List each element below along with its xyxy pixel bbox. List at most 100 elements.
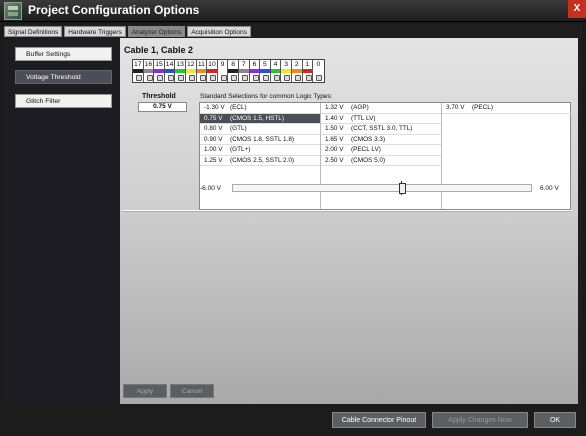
channel-12: 12	[185, 60, 197, 82]
tab-hardware-triggers[interactable]: Hardware Triggers	[64, 26, 126, 37]
channel-16: 16	[143, 60, 155, 82]
probe-pin-icon	[313, 73, 324, 82]
logic-type-option[interactable]: 1.00 V (GTL+)	[200, 145, 320, 156]
channel-14: 14	[164, 60, 176, 82]
title-bar: Project Configuration Options X	[0, 0, 586, 22]
channel-1: 1	[302, 60, 314, 82]
standard-selections-label: Standard Selections for common Logic Typ…	[200, 93, 333, 100]
logic-voltage: 1.32 V	[325, 104, 344, 111]
probe-pin-icon	[133, 73, 143, 82]
apply-changes-now-button[interactable]: Apply Changes Now	[432, 412, 528, 428]
logic-type-option[interactable]: 2.00 V (PECL LV)	[321, 145, 441, 156]
channel-8: 8	[228, 60, 239, 82]
channel-5: 5	[260, 60, 271, 82]
tab-analyzer-options[interactable]: Analyzer Options	[127, 26, 186, 37]
sidebar-item-voltage-threshold[interactable]: Voltage Threshold	[15, 70, 112, 84]
probe-pin-icon	[197, 73, 207, 82]
logic-voltage: 1.25 V	[204, 156, 223, 164]
sidebar-item-glitch-filter[interactable]: Glitch Filter	[15, 94, 112, 108]
channel-3: 3	[281, 60, 292, 82]
close-button[interactable]: X	[568, 0, 586, 18]
sidebar-item-buffer-settings[interactable]: Buffer Settings	[15, 47, 112, 61]
probe-pin-icon	[218, 73, 228, 82]
channel-number: 9	[220, 61, 225, 68]
channel-number: 4	[273, 61, 278, 68]
channel-number: 17	[134, 61, 142, 68]
apply-button[interactable]: Apply	[123, 384, 167, 398]
logic-type-name: (PECL LV)	[351, 146, 381, 153]
cancel-button[interactable]: Cancel	[170, 384, 214, 398]
channel-number: 6	[252, 61, 257, 68]
threshold-slider-thumb[interactable]	[398, 181, 406, 195]
logic-voltage: -1.30 V	[204, 104, 225, 111]
channel-15: 15	[154, 60, 165, 82]
logic-type-option[interactable]: 0.90 V (CMOS 1.8, SSTL 1.8)	[200, 135, 320, 145]
channel-number: 16	[144, 61, 153, 68]
logic-type-name: (AGP)	[351, 104, 369, 111]
logic-voltage: 0.90 V	[204, 135, 223, 143]
logic-type-option[interactable]: 1.40 V (TTL LV)	[321, 114, 441, 124]
slider-min-label: -6.00 V	[200, 185, 221, 192]
logic-type-table: -1.30 V (ECL) 0.75 V (CMOS 1.5, HSTL) 0.80 V…	[199, 102, 571, 210]
channel-7: 7	[238, 60, 250, 82]
channel-13: 13	[175, 60, 186, 82]
channel-number: 7	[241, 61, 246, 68]
channel-number: 1	[305, 61, 310, 68]
logic-voltage: 1.40 V	[325, 114, 344, 122]
channel-number: 5	[263, 61, 267, 68]
logic-type-name: (ECL)	[230, 104, 247, 111]
logic-column-2: 1.32 V (AGP) 1.40 V (TTL LV) 1.50 V (CCT, SST…	[321, 103, 442, 209]
probe-pin-icon	[175, 73, 185, 82]
logic-type-name: (CMOS 3.3)	[351, 135, 386, 143]
channel-number: 3	[284, 61, 288, 68]
channel-11: 11	[196, 60, 208, 82]
probe-pin-icon	[271, 73, 281, 82]
probe-pin-icon	[228, 73, 238, 82]
logic-voltage: 0.80 V	[204, 125, 223, 132]
app-icon	[4, 2, 22, 20]
tab-signal-definitions[interactable]: Signal Definitions	[4, 26, 63, 37]
channel-6: 6	[249, 60, 261, 82]
probe-pin-icon	[207, 73, 217, 82]
logic-type-option[interactable]: 1.65 V (CMOS 3.3)	[321, 135, 441, 145]
window-title: Project Configuration Options	[28, 3, 200, 17]
logic-type-option[interactable]: 1.50 V (CCT, SSTL 3.0, TTL)	[321, 124, 441, 135]
tab-acquisition-options[interactable]: Acquisition Options	[187, 26, 251, 37]
logic-type-option[interactable]: 3.70 V (PECL)	[442, 103, 571, 114]
logic-voltage: 2.00 V	[325, 146, 344, 153]
cable-title: Cable 1, Cable 2	[124, 45, 194, 55]
logic-column-1: -1.30 V (ECL) 0.75 V (CMOS 1.5, HSTL) 0.80 V…	[200, 103, 321, 209]
logic-type-option[interactable]: 1.25 V (CMOS 2.5, SSTL 2.0)	[200, 156, 320, 166]
probe-pin-icon	[154, 73, 164, 82]
logic-type-option[interactable]: 0.75 V (CMOS 1.5, HSTL)	[200, 113, 320, 124]
logic-type-option[interactable]: -1.30 V (ECL)	[200, 103, 320, 114]
logic-type-name: (CMOS 1.8, SSTL 1.8)	[230, 135, 295, 143]
logic-column-3: 3.70 V (PECL)	[442, 103, 571, 114]
cable-connector-pinout-button[interactable]: Cable Connector Pinout	[332, 412, 426, 428]
logic-voltage: 0.75 V	[204, 114, 223, 122]
probe-pin-icon	[260, 73, 270, 82]
channel-0: 0	[313, 60, 324, 82]
channel-4: 4	[270, 60, 282, 82]
tab-bar: Signal Definitions Hardware Triggers Ana…	[4, 26, 253, 37]
logic-type-option[interactable]: 0.80 V (GTL)	[200, 124, 320, 135]
channel-9: 9	[217, 60, 229, 82]
logic-type-name: (CMOS 2.5, SSTL 2.0)	[230, 156, 295, 164]
ok-button[interactable]: OK	[534, 412, 576, 428]
probe-pin-icon	[292, 73, 302, 82]
threshold-slider-track[interactable]	[232, 184, 532, 192]
main-panel: Cable 1, Cable 2 17 16 15 14 13 12 11 10 9 8 7 6 5 4 3…	[120, 38, 578, 404]
section-divider	[122, 210, 572, 211]
logic-type-option[interactable]: 2.50 V (CMOS 5.0)	[321, 156, 441, 166]
probe-pin-icon	[144, 73, 154, 82]
channel-strip: 17 16 15 14 13 12 11 10 9 8 7 6 5 4 3 2 1 0	[132, 59, 325, 83]
logic-type-name: (CMOS 1.5, HSTL)	[230, 114, 284, 122]
channel-number: 15	[155, 61, 163, 68]
slider-max-label: 6.00 V	[540, 185, 559, 192]
logic-type-option[interactable]: 1.32 V (AGP)	[321, 103, 441, 114]
logic-type-name: (PECL)	[472, 104, 493, 111]
sidebar: Buffer Settings Voltage Threshold Glitch…	[7, 38, 120, 404]
channel-10: 10	[207, 60, 218, 82]
threshold-value-field[interactable]: 0.75 V	[138, 102, 187, 112]
channel-number: 14	[165, 61, 174, 68]
